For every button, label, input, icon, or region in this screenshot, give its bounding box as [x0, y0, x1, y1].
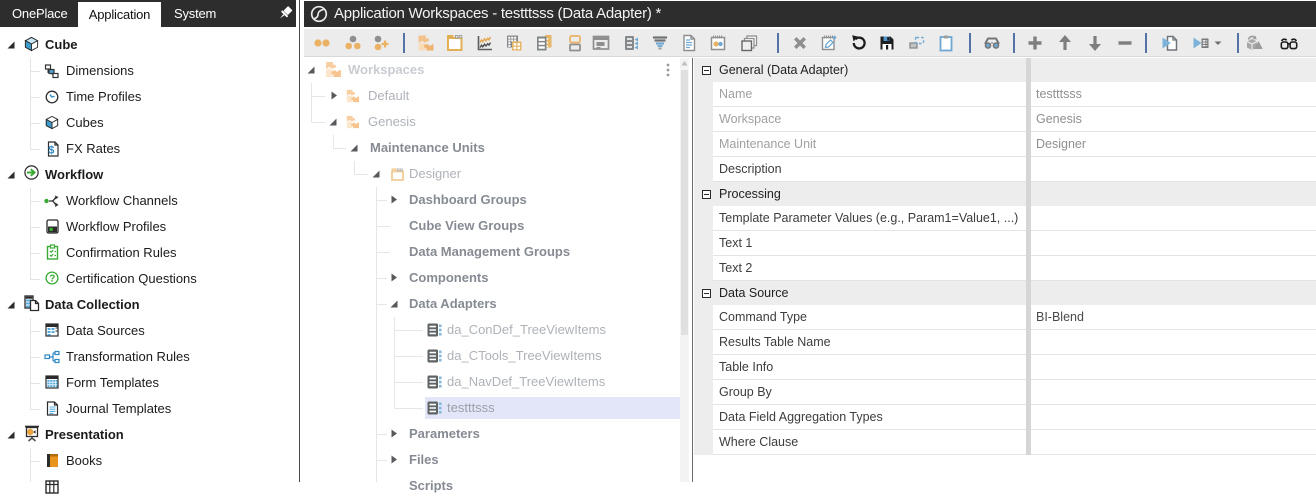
svg-text:$: $	[48, 145, 54, 157]
svg-text:?: ?	[49, 274, 55, 285]
